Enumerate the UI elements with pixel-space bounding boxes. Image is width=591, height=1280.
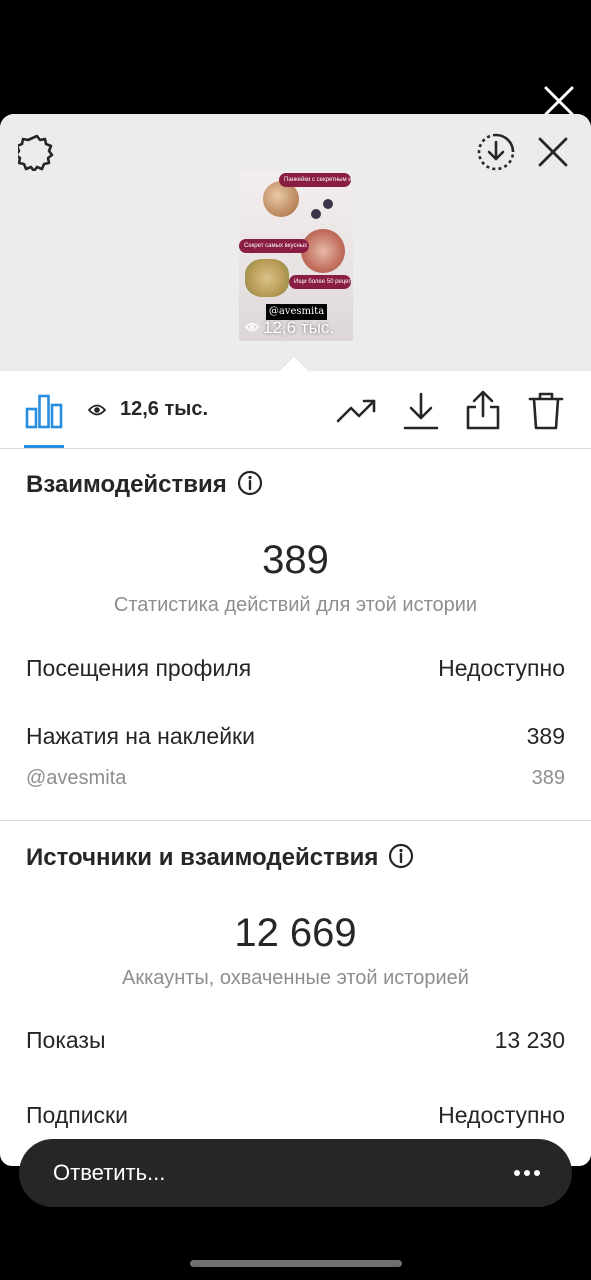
- food-image: [245, 259, 289, 297]
- story-text: Панкейки с секретным ингредиентом: [279, 173, 351, 187]
- reach-caption: Аккаунты, охваченные этой историей: [122, 967, 469, 989]
- sticker-handle-label[interactable]: @avesmita: [26, 767, 126, 790]
- download-icon[interactable]: [402, 391, 440, 431]
- info-icon[interactable]: [388, 843, 414, 869]
- section-divider: [0, 820, 591, 821]
- berry-decoration: [323, 199, 333, 209]
- reach-title-text: Источники и взаимодействия: [26, 844, 379, 871]
- profile-visits-label: Посещения профиля: [26, 655, 252, 681]
- eye-icon: [245, 322, 259, 332]
- reach-total: 12 669: [234, 911, 357, 955]
- berry-decoration: [311, 209, 321, 219]
- sticker-handle-value: 389: [531, 767, 565, 789]
- reach-section-title: Источники и взаимодействия: [26, 843, 414, 872]
- profile-visits-value: Недоступно: [438, 655, 565, 681]
- home-indicator: [190, 1260, 402, 1267]
- sticker-taps-value: 389: [526, 723, 565, 749]
- story-preview-area: Панкейки с секретным ингредиентом Секрет…: [0, 114, 591, 371]
- food-image: [301, 229, 345, 273]
- follows-value: Недоступно: [438, 1102, 565, 1128]
- story-view-count: 12,6 тыс.: [245, 318, 353, 338]
- interactions-caption: Статистика действий для этой истории: [113, 594, 478, 616]
- active-tab-indicator: [24, 445, 64, 448]
- sticker-taps-label: Нажатия на наклейки: [26, 723, 255, 749]
- impressions-value: 13 230: [494, 1027, 565, 1053]
- reply-input[interactable]: Ответить...: [19, 1139, 572, 1207]
- views-count: 12,6 тыс.: [120, 398, 209, 420]
- gear-icon[interactable]: [18, 133, 56, 171]
- story-text: Секрет самых вкусных домашних бургеров: [239, 239, 309, 253]
- trending-icon[interactable]: [336, 395, 378, 427]
- interactions-section-title: Взаимодействия: [26, 470, 263, 499]
- more-icon[interactable]: [513, 1165, 541, 1181]
- close-icon[interactable]: [542, 84, 576, 118]
- impressions-label: Показы: [26, 1027, 106, 1053]
- insights-toolbar: 12,6 тыс.: [0, 371, 591, 449]
- info-icon[interactable]: [237, 470, 263, 496]
- reply-placeholder: Ответить...: [53, 1160, 166, 1185]
- download-circle-icon[interactable]: [475, 131, 517, 173]
- close-icon[interactable]: [536, 135, 570, 169]
- trash-icon[interactable]: [528, 391, 564, 431]
- follows-label: Подписки: [26, 1102, 128, 1128]
- story-insights-sheet: Панкейки с секретным ингредиентом Секрет…: [0, 114, 591, 1166]
- interactions-title-text: Взаимодействия: [26, 471, 227, 498]
- story-views-text: 12,6 тыс.: [263, 318, 335, 337]
- eye-icon: [88, 404, 106, 416]
- share-icon[interactable]: [464, 389, 502, 431]
- story-text: Ищи более 50 рецептов 10-минуток: [289, 275, 351, 289]
- interactions-total: 389: [262, 538, 329, 582]
- insights-icon[interactable]: [24, 393, 64, 429]
- story-thumbnail[interactable]: Панкейки с секретным ингредиентом Секрет…: [239, 171, 353, 341]
